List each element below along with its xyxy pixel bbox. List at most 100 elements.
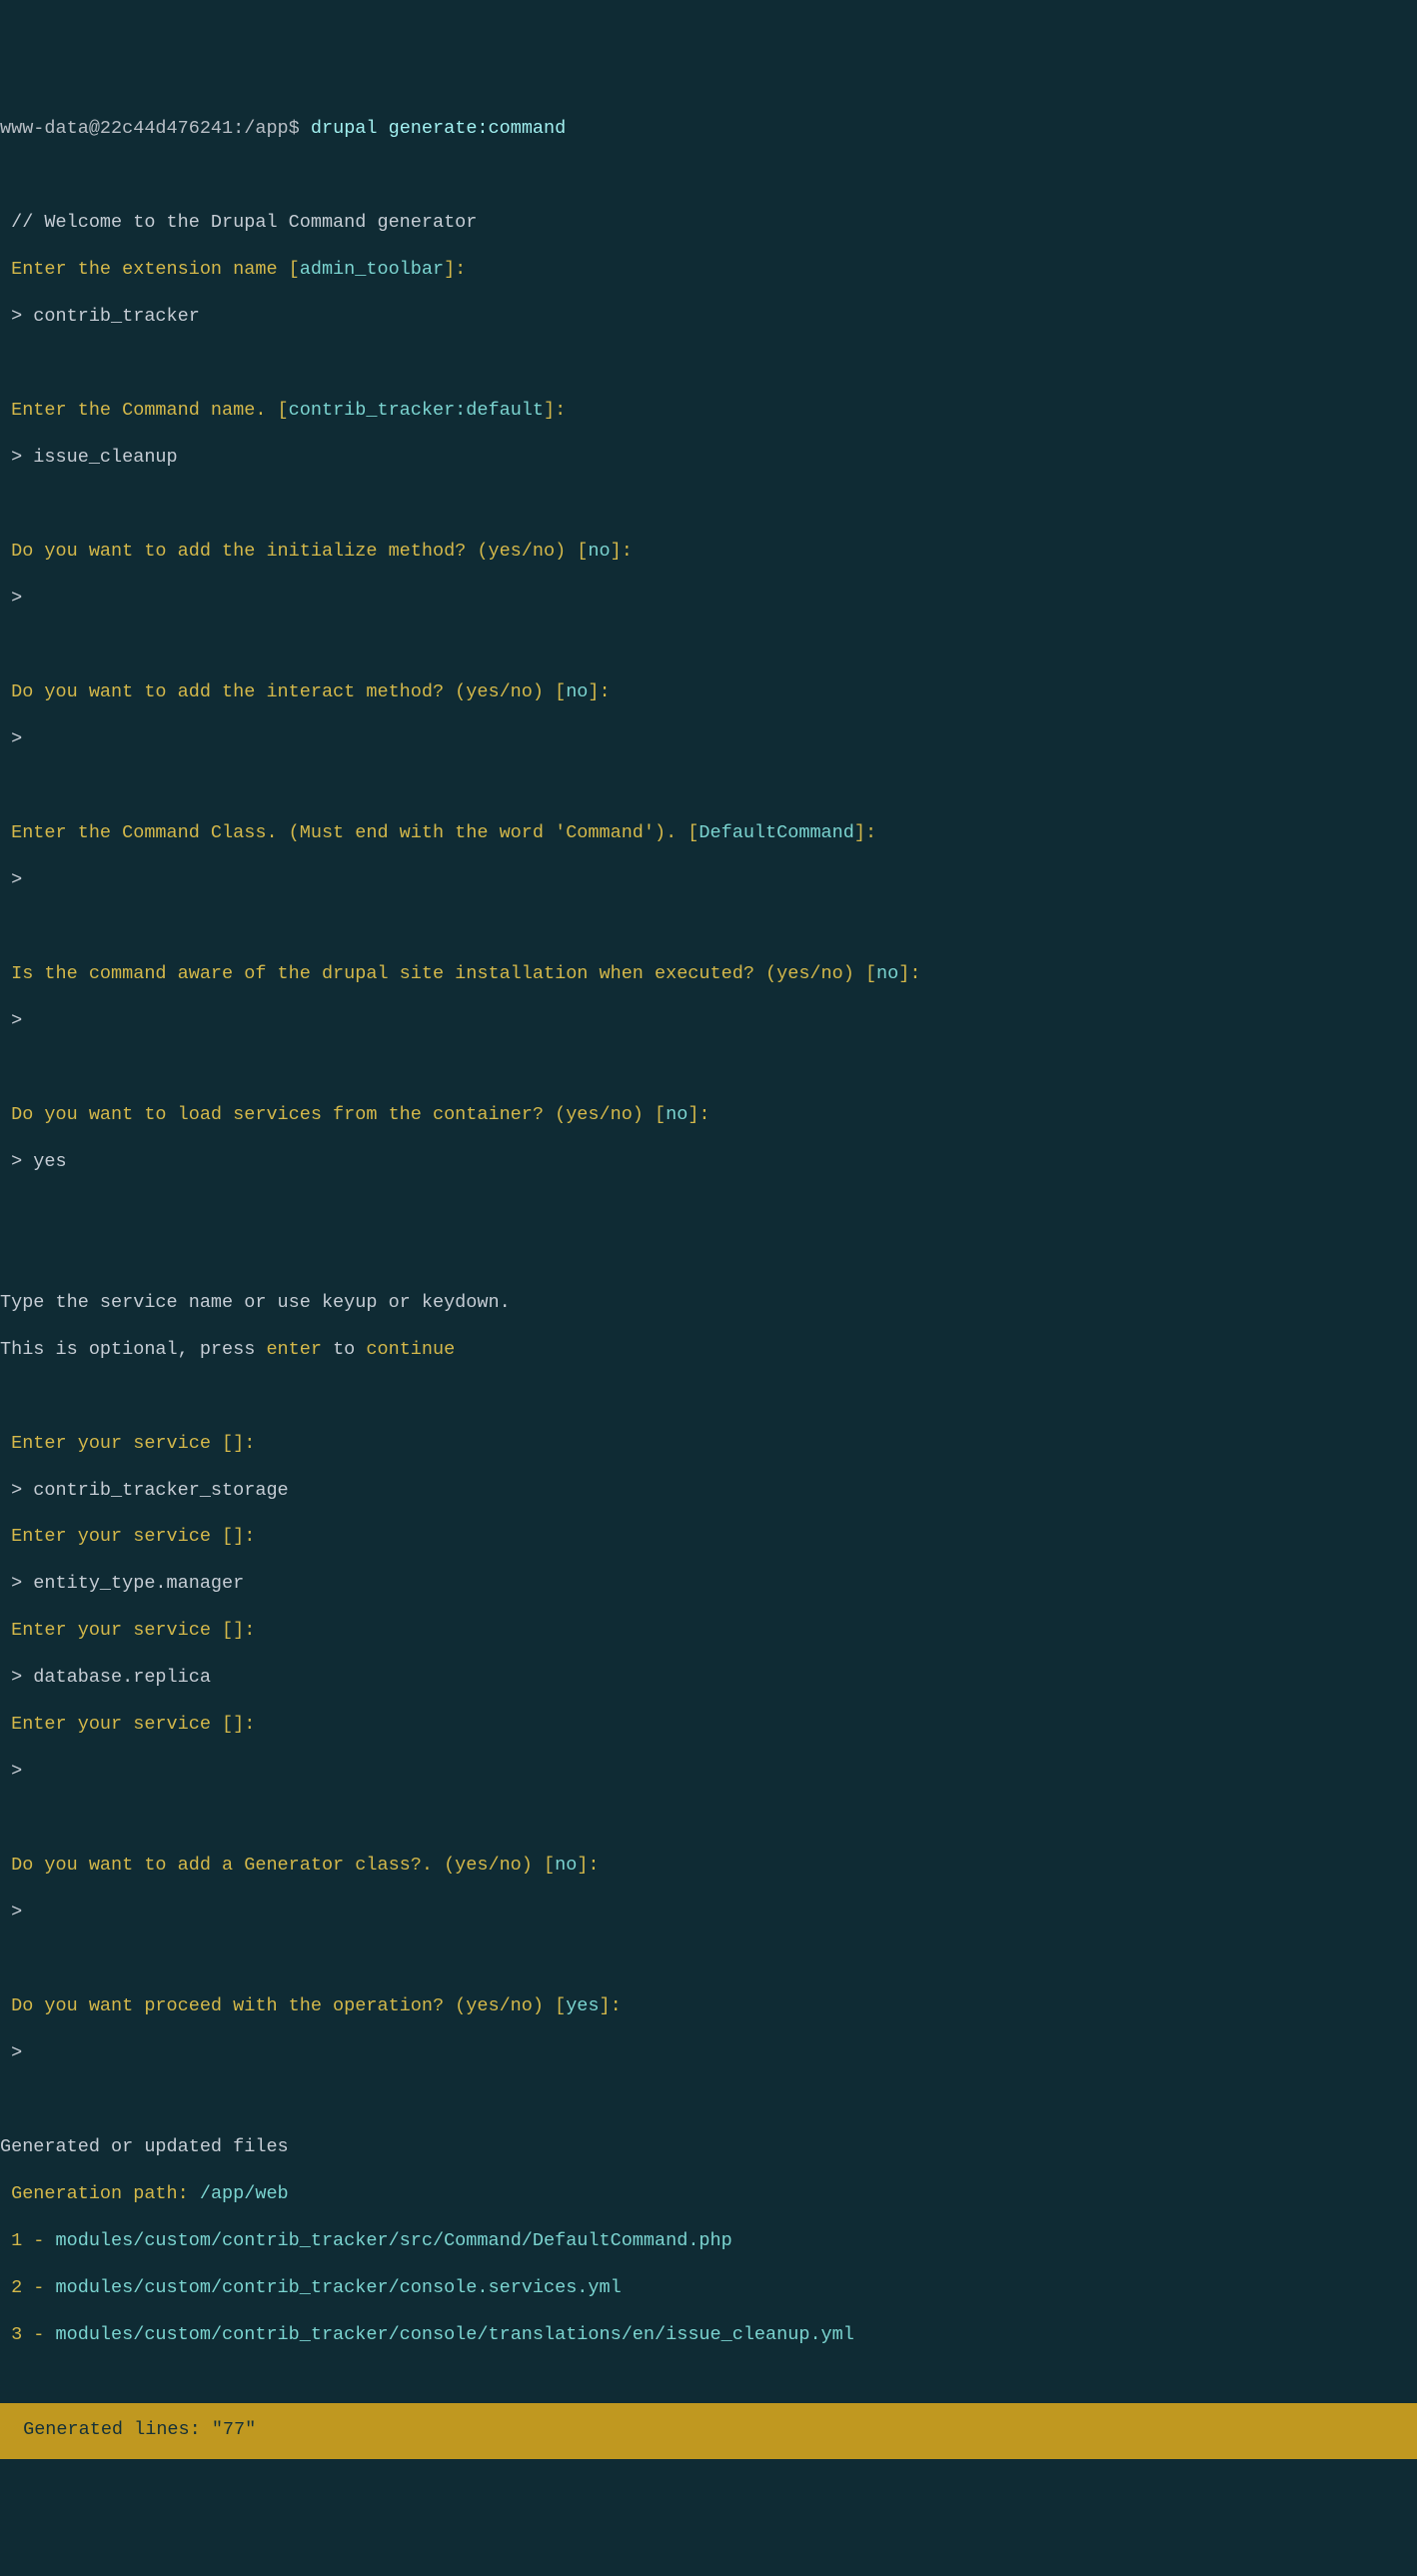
file-number: 1 - <box>0 2230 56 2251</box>
proceed-prompt: Do you want proceed with the operation? … <box>0 1994 1417 2017</box>
prompt-close: ]: <box>588 681 610 702</box>
blank-line <box>0 2088 1417 2111</box>
file-number: 3 - <box>0 2324 56 2345</box>
default-value: DefaultCommand <box>699 822 853 843</box>
file-path: modules/custom/contrib_tracker/console.s… <box>56 2277 622 2298</box>
service-input-2[interactable]: > entity_type.manager <box>0 1572 1417 1595</box>
file-path: modules/custom/contrib_tracker/src/Comma… <box>56 2230 732 2251</box>
blank-line <box>0 634 1417 656</box>
service-input-1[interactable]: > contrib_tracker_storage <box>0 1479 1417 1502</box>
extension-input[interactable]: > contrib_tracker <box>0 305 1417 328</box>
blank-line <box>0 164 1417 187</box>
generator-prompt: Do you want to add a Generator class?. (… <box>0 1854 1417 1877</box>
path-value: /app/web <box>200 2183 289 2204</box>
prompt-text: Enter your service [ <box>0 1433 233 1454</box>
services-input[interactable]: > yes <box>0 1150 1417 1173</box>
blank-line <box>0 774 1417 797</box>
prompt-text: Do you want proceed with the operation? … <box>0 1995 566 2016</box>
dollar: $ <box>289 118 300 139</box>
class-input[interactable]: > <box>0 868 1417 891</box>
command-name-input[interactable]: > issue_cleanup <box>0 446 1417 469</box>
proceed-input[interactable]: > <box>0 2041 1417 2064</box>
shell-cwd: /app <box>244 118 288 139</box>
default-value: no <box>566 681 588 702</box>
prompt-close: ]: <box>233 1620 255 1641</box>
blank-line <box>0 352 1417 375</box>
prompt-text: Do you want to load services from the co… <box>0 1104 666 1125</box>
generated-file-1: 1 - modules/custom/contrib_tracker/src/C… <box>0 2229 1417 2252</box>
file-number: 2 - <box>0 2277 56 2298</box>
shell-command-text: drupal generate:command <box>311 118 566 139</box>
blank-line <box>0 1385 1417 1408</box>
default-value: no <box>876 963 898 984</box>
welcome-comment: // Welcome to the Drupal Command generat… <box>0 211 1417 234</box>
prompt-close: ]: <box>688 1104 709 1125</box>
default-value: admin_toolbar <box>300 259 444 280</box>
shell-user-host: www-data@22c44d476241 <box>0 118 233 139</box>
shell-prompt-line: www-data@22c44d476241:/app$ drupal gener… <box>0 117 1417 140</box>
services-prompt: Do you want to load services from the co… <box>0 1103 1417 1126</box>
prompt-close: ]: <box>898 963 920 984</box>
service-hint-1: Type the service name or use keyup or ke… <box>0 1291 1417 1314</box>
service-input-3[interactable]: > database.replica <box>0 1666 1417 1689</box>
generated-file-3: 3 - modules/custom/contrib_tracker/conso… <box>0 2323 1417 2346</box>
blank-line <box>0 1947 1417 1970</box>
hint-text: to <box>322 1339 366 1360</box>
service-hint-2: This is optional, press enter to continu… <box>0 1338 1417 1361</box>
generator-input[interactable]: > <box>0 1901 1417 1924</box>
hint-text: This is optional, press <box>0 1339 266 1360</box>
prompt-close: ]: <box>854 822 876 843</box>
aware-prompt: Is the command aware of the drupal site … <box>0 962 1417 985</box>
command-name-prompt: Enter the Command name. [contrib_tracker… <box>0 399 1417 422</box>
blank-line <box>0 1807 1417 1830</box>
class-prompt: Enter the Command Class. (Must end with … <box>0 821 1417 844</box>
prompt-text: Enter the extension name [ <box>0 259 300 280</box>
generated-file-2: 2 - modules/custom/contrib_tracker/conso… <box>0 2276 1417 2299</box>
service-prompt-2: Enter your service []: <box>0 1525 1417 1548</box>
service-prompt-4: Enter your service []: <box>0 1713 1417 1736</box>
extension-prompt: Enter the extension name [admin_toolbar]… <box>0 258 1417 281</box>
default-value: contrib_tracker:default <box>289 400 544 421</box>
prompt-close: ]: <box>544 400 566 421</box>
shell-command <box>300 118 311 139</box>
service-prompt-1: Enter your service []: <box>0 1432 1417 1455</box>
default-value: yes <box>566 1995 599 2016</box>
initialize-input[interactable]: > <box>0 587 1417 610</box>
keyword-enter: enter <box>266 1339 322 1360</box>
prompt-text: Enter your service [ <box>0 1620 233 1641</box>
generated-files-header: Generated or updated files <box>0 2135 1417 2158</box>
prompt-close: ]: <box>577 1855 599 1876</box>
default-value: no <box>666 1104 688 1125</box>
aware-input[interactable]: > <box>0 1009 1417 1032</box>
blank-line <box>0 1244 1417 1267</box>
initialize-prompt: Do you want to add the initialize method… <box>0 540 1417 563</box>
blank-line <box>0 915 1417 938</box>
generated-lines-footer: Generated lines: "77" <box>0 2403 1417 2458</box>
prompt-text: Do you want to add the initialize method… <box>0 541 588 562</box>
default-value: no <box>588 541 610 562</box>
prompt-text: Do you want to add a Generator class?. (… <box>0 1855 555 1876</box>
prompt-text: Enter the Command Class. (Must end with … <box>0 822 699 843</box>
prompt-text: Enter your service [ <box>0 1526 233 1547</box>
path-label: Generation path: <box>0 2183 200 2204</box>
prompt-close: ]: <box>444 259 466 280</box>
prompt-close: ]: <box>600 1995 622 2016</box>
colon: : <box>233 118 244 139</box>
prompt-close: ]: <box>233 1433 255 1454</box>
service-input-4[interactable]: > <box>0 1760 1417 1783</box>
blank-line <box>0 1056 1417 1079</box>
service-prompt-3: Enter your service []: <box>0 1619 1417 1642</box>
file-path: modules/custom/contrib_tracker/console/t… <box>56 2324 854 2345</box>
prompt-text: Enter your service [ <box>0 1714 233 1735</box>
prompt-close: ]: <box>233 1714 255 1735</box>
prompt-close: ]: <box>611 541 633 562</box>
generation-path: Generation path: /app/web <box>0 2182 1417 2205</box>
interact-input[interactable]: > <box>0 727 1417 750</box>
default-value: no <box>555 1855 577 1876</box>
prompt-text: Enter the Command name. [ <box>0 400 289 421</box>
blank-line <box>0 493 1417 516</box>
keyword-continue: continue <box>366 1339 455 1360</box>
prompt-close: ]: <box>233 1526 255 1547</box>
blank-line <box>0 1197 1417 1220</box>
terminal-output: www-data@22c44d476241:/app$ drupal gener… <box>0 94 1417 2370</box>
